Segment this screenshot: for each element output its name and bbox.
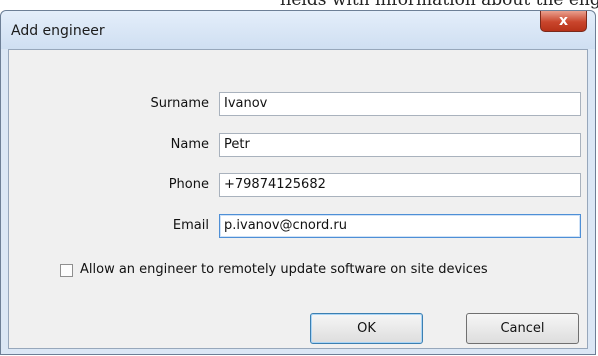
close-icon: x (558, 13, 569, 29)
name-input[interactable]: Petr (219, 133, 581, 157)
name-label: Name (170, 137, 209, 152)
surname-input[interactable]: Ivanov (219, 92, 581, 116)
dialog-body: Surname Ivanov Name Petr Phone +79874125… (8, 49, 588, 349)
window-title: Add engineer (11, 23, 105, 39)
phone-label: Phone (168, 177, 209, 192)
caption-text: fields with information about the engine… (280, 0, 598, 10)
allow-remote-update-label[interactable]: Allow an engineer to remotely update sof… (80, 262, 488, 277)
add-engineer-dialog: Add engineer x Surname Ivanov Name Petr … (0, 10, 596, 355)
close-button[interactable]: x (540, 11, 587, 32)
email-input[interactable]: p.ivanov@cnord.ru (219, 214, 581, 238)
cancel-button[interactable]: Cancel (466, 313, 579, 344)
surname-label: Surname (150, 96, 209, 111)
allow-remote-update-checkbox[interactable] (60, 264, 73, 277)
email-label: Email (172, 218, 209, 233)
title-bar[interactable]: Add engineer x (1, 11, 595, 49)
phone-input[interactable]: +79874125682 (219, 173, 581, 197)
ok-button[interactable]: OK (310, 313, 423, 344)
